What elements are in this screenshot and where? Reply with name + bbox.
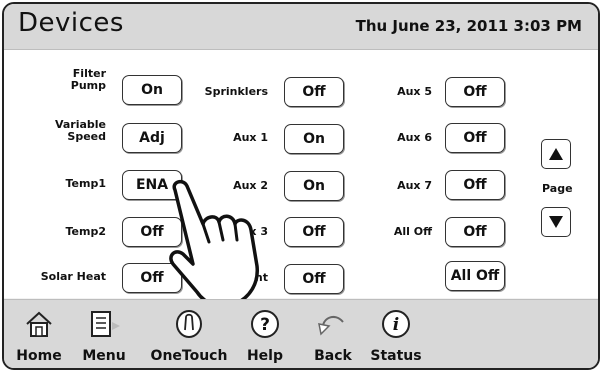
all-off-label: All Off [393, 225, 432, 238]
temp1-label: Temp1 [65, 177, 107, 190]
back-icon [318, 315, 344, 336]
aux6-label: Aux 6 [397, 131, 432, 144]
nav-home-label: Home [16, 348, 62, 364]
triangle-down-icon [549, 216, 563, 228]
aux6-button[interactable]: Off [445, 123, 505, 153]
sprinklers-button[interactable]: Off [284, 77, 344, 107]
aux5-label: Aux 5 [397, 85, 432, 98]
nav-menu-label: Menu [82, 348, 126, 364]
page-up-button[interactable] [541, 139, 571, 169]
nav-help[interactable]: ? Help [240, 300, 290, 368]
filter-pump-label: Filter Pump [70, 67, 106, 92]
aux1-label: Aux 1 [233, 131, 268, 144]
nav-back[interactable]: Back [308, 300, 358, 368]
sprinklers-label: Sprinklers [204, 85, 268, 98]
status-icon: i [382, 310, 410, 338]
nav-status-label: Status [370, 348, 422, 364]
header-bar: Devices Thu June 23, 2011 3:03 PM [4, 4, 598, 50]
nav-back-label: Back [314, 348, 352, 364]
variable-speed-button[interactable]: Adj [122, 123, 182, 153]
device-grid: Filter Pump On Variable Speed Adj Temp1 … [4, 50, 598, 309]
nav-onetouch-label: OneTouch [150, 348, 228, 364]
page-title: Devices [18, 8, 124, 38]
aux1-button[interactable]: On [284, 124, 344, 154]
solar-heat-label: Solar Heat [40, 270, 106, 283]
aux2-button[interactable]: On [284, 171, 344, 201]
nav-home[interactable]: Home [14, 300, 64, 368]
all-off-status-button[interactable]: Off [445, 217, 505, 247]
all-off-button[interactable]: All Off [445, 261, 505, 291]
aux3-button[interactable]: Off [284, 217, 344, 247]
aux5-button[interactable]: Off [445, 77, 505, 107]
page-down-button[interactable] [541, 207, 571, 237]
nav-status[interactable]: i Status [366, 300, 426, 368]
nav-menu[interactable]: Menu [74, 300, 134, 368]
nav-onetouch[interactable]: OneTouch [146, 300, 232, 368]
onetouch-icon [176, 310, 202, 338]
menu-icon [91, 311, 120, 337]
bottom-nav: Home Menu OneTouch ? Help Back i Status [4, 299, 598, 368]
svg-text:?: ? [260, 315, 270, 335]
aux7-label: Aux 7 [397, 179, 432, 192]
aux7-button[interactable]: Off [445, 170, 505, 200]
date-time: Thu June 23, 2011 3:03 PM [355, 17, 582, 35]
home-icon [26, 311, 52, 337]
svg-text:i: i [393, 315, 399, 335]
triangle-up-icon [549, 148, 563, 160]
variable-speed-label: Variable Speed [54, 118, 106, 143]
temp2-label: Temp2 [65, 225, 107, 238]
filter-pump-button[interactable]: On [122, 75, 182, 105]
nav-help-label: Help [246, 348, 284, 364]
pointing-hand-icon [169, 179, 259, 309]
page-label: Page [542, 182, 573, 195]
device-screen: Devices Thu June 23, 2011 3:03 PM Filter… [2, 2, 600, 370]
help-icon: ? [251, 310, 279, 338]
aux4-button[interactable]: Off [284, 264, 344, 294]
